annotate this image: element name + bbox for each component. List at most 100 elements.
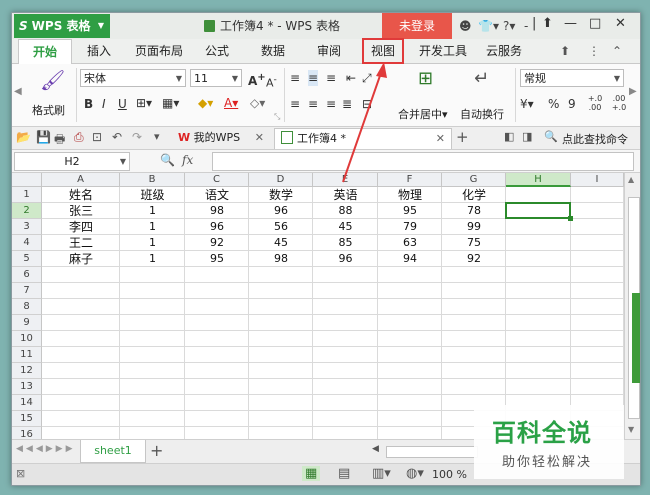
scroll-down-icon[interactable]: ▼ <box>628 425 634 434</box>
cell-g1[interactable]: 化学 <box>442 187 506 203</box>
merge-center-button[interactable]: ⊞ 合并居中▾ <box>398 68 458 121</box>
name-box[interactable]: H2 ▼ <box>14 152 130 171</box>
align-center-icon[interactable]: ≡ <box>308 96 318 112</box>
cell-c2[interactable]: 98 <box>185 203 249 219</box>
distribute-icon[interactable]: ⊟ <box>362 96 372 112</box>
row-header-2[interactable]: 2 <box>12 203 42 219</box>
minimize-icon[interactable]: — <box>564 16 577 31</box>
zoom-level[interactable]: 100 % <box>432 467 467 483</box>
align-right-icon[interactable]: ≡ <box>326 96 336 112</box>
cell-c5[interactable]: 95 <box>185 251 249 267</box>
column-header-a[interactable]: A <box>42 173 120 187</box>
new-tab-icon[interactable]: + <box>456 127 469 147</box>
scroll-up-icon[interactable]: ▲ <box>628 175 634 184</box>
align-top-icon[interactable]: ≡ <box>290 70 300 86</box>
export-icon[interactable]: ⊡ <box>92 130 102 144</box>
cell-e3[interactable]: 45 <box>313 219 378 235</box>
add-sheet-button[interactable]: + <box>150 440 163 462</box>
tab-insert[interactable]: 插入 <box>74 39 124 63</box>
row-header-4[interactable]: 4 <box>12 235 42 251</box>
cell-a3[interactable]: 李四 <box>42 219 120 235</box>
bold-button[interactable]: B <box>84 96 93 112</box>
cell-c3[interactable]: 96 <box>185 219 249 235</box>
thousands-button[interactable]: 9 <box>568 96 576 112</box>
cell-b5[interactable]: 1 <box>120 251 185 267</box>
italic-button[interactable]: I <box>102 96 106 112</box>
cell-g5[interactable]: 92 <box>442 251 506 267</box>
formula-input[interactable] <box>212 152 634 171</box>
currency-button[interactable]: ¥▾ <box>520 96 534 112</box>
indent-icon[interactable]: ⇤ <box>346 70 356 86</box>
format-painter-button[interactable]: 🖌 格式刷 <box>32 68 68 120</box>
column-header-b[interactable]: B <box>120 173 185 187</box>
login-button[interactable]: 未登录 <box>382 13 452 39</box>
tab-view[interactable]: 视图 <box>362 38 404 64</box>
cell-d5[interactable]: 98 <box>249 251 313 267</box>
maximize-icon[interactable]: □ <box>589 16 601 31</box>
column-header-d[interactable]: D <box>249 173 313 187</box>
cell-g3[interactable]: 99 <box>442 219 506 235</box>
column-header-c[interactable]: C <box>185 173 249 187</box>
row-header-10[interactable]: 10 <box>12 331 42 347</box>
cell-c1[interactable]: 语文 <box>185 187 249 203</box>
cell-f1[interactable]: 物理 <box>378 187 442 203</box>
decrease-decimal-button[interactable]: .00 +.0 <box>608 94 630 112</box>
row-header-9[interactable]: 9 <box>12 315 42 331</box>
font-color-icon[interactable]: A▾ <box>224 95 238 111</box>
wrap-text-button[interactable]: ↵ 自动换行 <box>460 68 510 121</box>
cell-d1[interactable]: 数学 <box>249 187 313 203</box>
shrink-font-button[interactable]: A- <box>266 72 277 92</box>
grow-font-button[interactable]: A+ <box>248 70 266 89</box>
cell-a5[interactable]: 麻子 <box>42 251 120 267</box>
cell-b3[interactable]: 1 <box>120 219 185 235</box>
cell-b4[interactable]: 1 <box>120 235 185 251</box>
column-header-e[interactable]: E <box>313 173 378 187</box>
selected-cell-indicator[interactable] <box>505 202 573 221</box>
redo-icon[interactable]: ↷ <box>132 130 142 144</box>
page-break-view-icon[interactable]: ▤ <box>338 466 350 481</box>
cell-d4[interactable]: 45 <box>249 235 313 251</box>
row-header-8[interactable]: 8 <box>12 299 42 315</box>
dialog-launcher-icon[interactable]: ⤡ <box>274 112 280 122</box>
cell-b2[interactable]: 1 <box>120 203 185 219</box>
cell-g2[interactable]: 78 <box>442 203 506 219</box>
cell-a1[interactable]: 姓名 <box>42 187 120 203</box>
cell-e4[interactable]: 85 <box>313 235 378 251</box>
save-icon[interactable]: 💾 <box>36 130 51 144</box>
scroll-right-icon[interactable]: ▶ <box>629 86 637 97</box>
cell-b1[interactable]: 班级 <box>120 187 185 203</box>
cell-a4[interactable]: 王二 <box>42 235 120 251</box>
shirt-icon[interactable]: 👕▾ <box>478 19 499 33</box>
print-preview-icon[interactable]: 🖶 <box>54 130 65 151</box>
close-tab-icon[interactable]: ✕ <box>255 128 264 148</box>
open-folder-icon[interactable]: 📂 <box>16 130 31 144</box>
row-header-6[interactable]: 6 <box>12 267 42 283</box>
underline-button[interactable]: U <box>118 96 127 112</box>
row-header-15[interactable]: 15 <box>12 411 42 427</box>
tab-page-layout[interactable]: 页面布局 <box>128 39 190 63</box>
fill-color-icon[interactable]: ◆▾ <box>198 95 213 111</box>
customize-qat-icon[interactable]: ▾ <box>154 130 160 143</box>
row-header-5[interactable]: 5 <box>12 251 42 267</box>
column-header-f[interactable]: F <box>378 173 442 187</box>
row-header-13[interactable]: 13 <box>12 379 42 395</box>
align-left-icon[interactable]: ≡ <box>290 96 300 112</box>
close-icon[interactable]: ✕ <box>615 16 626 31</box>
cell-d2[interactable]: 96 <box>249 203 313 219</box>
borders-icon[interactable]: ⊞▾ <box>136 95 152 111</box>
collapse-ribbon-icon[interactable]: ⌃ <box>612 44 622 58</box>
search-command-field[interactable]: 点此查找命令 <box>562 131 628 147</box>
font-size-select[interactable]: 11 ▼ <box>190 69 242 87</box>
insert-function-button[interactable]: fx <box>182 153 193 167</box>
cell-g4[interactable]: 75 <box>442 235 506 251</box>
row-header-12[interactable]: 12 <box>12 363 42 379</box>
undo-icon[interactable]: ↶ <box>112 130 122 144</box>
align-bottom-icon[interactable]: ≡ <box>326 70 336 86</box>
restore-down-icon[interactable]: ⬆ <box>542 16 553 31</box>
clear-format-icon[interactable]: ◇▾ <box>250 95 265 111</box>
normal-view-icon[interactable]: ▦ <box>302 466 321 481</box>
cell-d3[interactable]: 56 <box>249 219 313 235</box>
row-header-7[interactable]: 7 <box>12 283 42 299</box>
page-layout-view-icon[interactable]: ▥▾ <box>372 466 391 481</box>
number-format-select[interactable]: 常规 ▼ <box>520 69 624 87</box>
